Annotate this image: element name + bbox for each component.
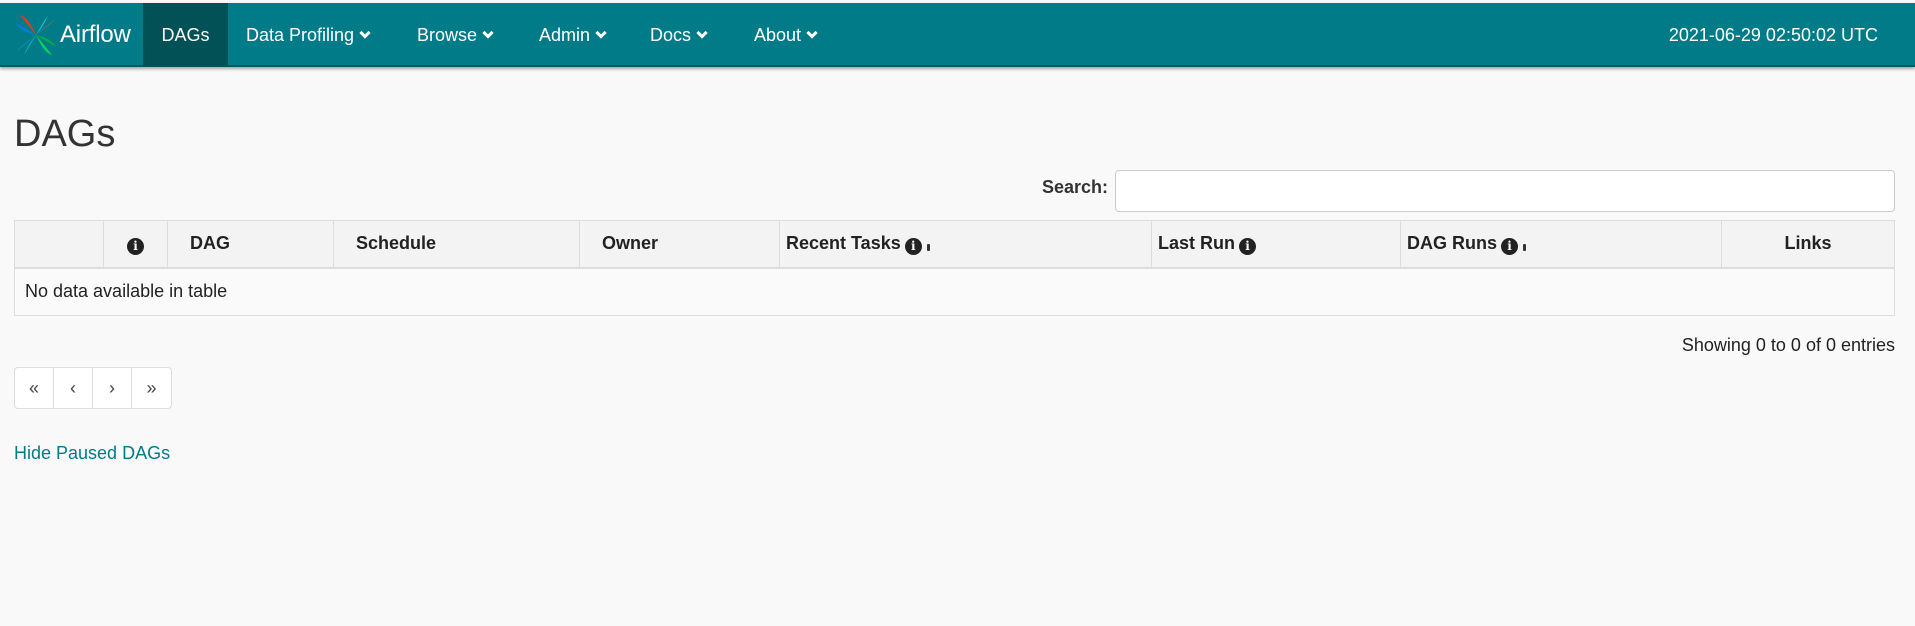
column-header-recent-tasks[interactable]: Recent Tasks i <box>779 220 1152 269</box>
chevron-down-icon <box>359 26 371 39</box>
dag-runs-label: DAG Runs <box>1407 233 1497 253</box>
column-header-toggle <box>14 220 104 269</box>
server-clock: 2021-06-29 02:50:02 UTC <box>1668 24 1878 45</box>
column-header-dag-runs[interactable]: DAG Runs i <box>1400 220 1722 269</box>
hide-paused-dags-link[interactable]: Hide Paused DAGs <box>14 443 170 464</box>
column-header-owner[interactable]: Owner <box>579 220 780 269</box>
nav-browse[interactable]: Browse <box>417 3 494 67</box>
chevron-down-icon <box>696 26 708 39</box>
column-header-last-run[interactable]: Last Run i <box>1151 220 1401 269</box>
pagination-next-button[interactable]: › <box>93 368 132 408</box>
nav-browse-label: Browse <box>417 24 478 45</box>
nav-data-profiling-label: Data Profiling <box>246 24 355 45</box>
search-input[interactable] <box>1115 170 1895 212</box>
search-label: Search: <box>1042 177 1109 197</box>
table-row: No data available in table <box>14 267 1895 316</box>
pagination: « ‹ › » <box>14 367 172 409</box>
nav-admin-label: Admin <box>539 24 591 45</box>
last-run-label: Last Run <box>1158 233 1236 253</box>
column-header-schedule[interactable]: Schedule <box>333 220 580 269</box>
column-header-dag[interactable]: DAG <box>167 220 334 269</box>
airflow-pinwheel-logo-icon <box>16 15 56 55</box>
nav-about-label: About <box>754 24 802 45</box>
nav-docs[interactable]: Docs <box>650 3 708 67</box>
airflow-brand-link[interactable]: Airflow <box>14 3 131 67</box>
sort-icon <box>1523 244 1526 251</box>
nav-dags[interactable]: DAGs <box>143 3 228 67</box>
nav-data-profiling[interactable]: Data Profiling <box>246 3 371 67</box>
nav-docs-label: Docs <box>650 24 692 45</box>
nav-dags-label: DAGs <box>161 24 210 45</box>
info-icon[interactable]: i <box>904 237 922 255</box>
sort-icon <box>926 244 930 251</box>
pagination-previous-button[interactable]: ‹ <box>54 368 93 408</box>
table-header-row: i DAG Schedule Owner Recent Tasks i Last … <box>14 220 1895 269</box>
empty-table-message: No data available in table <box>14 267 1895 316</box>
info-icon[interactable]: i <box>1501 237 1518 255</box>
brand-name: Airflow <box>60 21 131 48</box>
recent-tasks-label: Recent Tasks <box>786 233 901 253</box>
column-header-info: i <box>103 220 168 269</box>
dags-table: i DAG Schedule Owner Recent Tasks i Last … <box>14 220 1895 316</box>
chevron-down-icon <box>482 26 494 39</box>
nav-about[interactable]: About <box>754 3 818 67</box>
pagination-last-button[interactable]: » <box>132 368 171 408</box>
pagination-first-button[interactable]: « <box>15 368 54 408</box>
table-info-showing: Showing 0 to 0 of 0 entries <box>1681 335 1895 355</box>
chevron-down-icon <box>595 26 607 39</box>
column-header-links: Links <box>1721 220 1895 269</box>
chevron-down-icon <box>806 26 818 39</box>
page-title: DAGs <box>14 113 116 155</box>
nav-admin[interactable]: Admin <box>539 3 607 67</box>
info-icon[interactable]: i <box>1239 237 1257 255</box>
info-icon[interactable]: i <box>127 237 144 255</box>
top-navbar: Airflow DAGs Data Profiling Browse Admin… <box>0 3 1915 67</box>
